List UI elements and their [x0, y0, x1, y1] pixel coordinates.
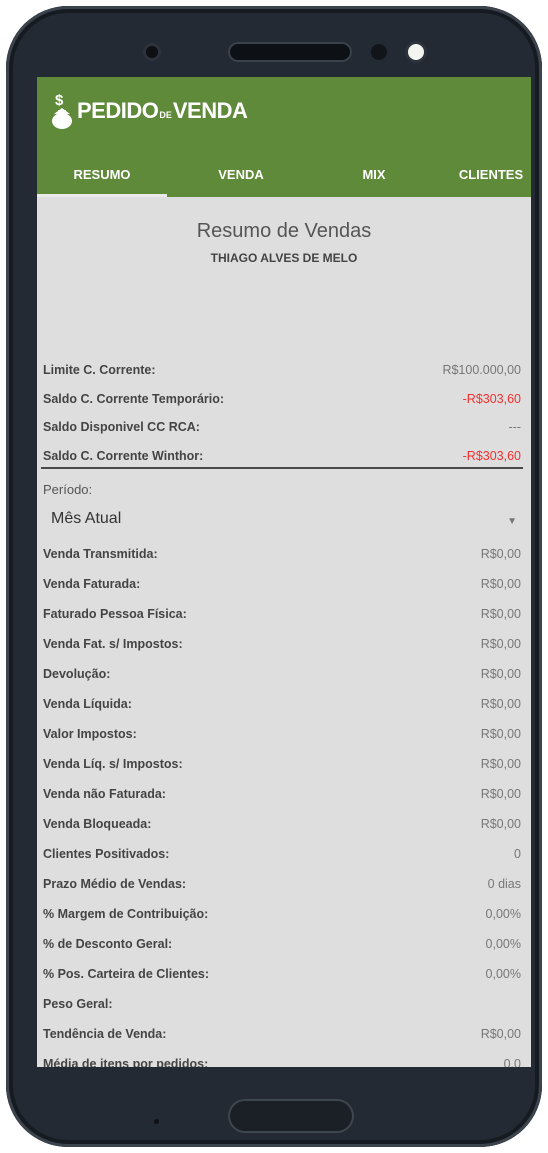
- account-label: Saldo C. Corrente Winthor:: [43, 448, 204, 463]
- account-label: Saldo Disponivel CC RCA:: [43, 420, 200, 434]
- account-row: Saldo C. Corrente Winthor: -R$303,60: [43, 449, 521, 469]
- tab-venda[interactable]: VENDA: [167, 155, 315, 197]
- account-row: Saldo Disponivel CC RCA: ---: [43, 420, 521, 440]
- metric-label: % Pos. Carteira de Clientes:: [43, 967, 210, 981]
- metric-row: % Margem de Contribuição: 0,00%: [43, 907, 521, 927]
- tab-resumo[interactable]: RESUMO: [37, 155, 167, 197]
- metric-value: R$0,00: [480, 637, 521, 651]
- account-label: Limite C. Corrente:: [43, 363, 156, 377]
- metric-label: Venda Bloqueada:: [43, 817, 152, 831]
- seller-name: THIAGO ALVES DE MELO: [210, 251, 358, 265]
- metric-row: Prazo Médio de Vendas: 0 dias: [43, 877, 521, 897]
- metric-label: % Margem de Contribuição:: [43, 907, 209, 921]
- period-select-value: Mês Atual: [51, 510, 122, 527]
- metric-row: Venda não Faturada: R$0,00: [43, 787, 521, 807]
- app-bar: $ PEDIDO DE VENDA RESUMO VENDA MIX CLIEN…: [37, 77, 531, 197]
- brand-word-venda: VENDA: [172, 98, 248, 123]
- metric-row: Média de itens por pedidos: 0.0: [43, 1057, 521, 1067]
- money-bag-icon: $: [52, 92, 72, 129]
- metric-row: Tendência de Venda: R$0,00: [43, 1027, 521, 1047]
- account-value: R$100.000,00: [442, 363, 521, 377]
- metric-row: Venda Líquida: R$0,00: [43, 697, 521, 717]
- tab-mix[interactable]: MIX: [315, 155, 433, 197]
- metric-row: % Pos. Carteira de Clientes: 0,00%: [43, 967, 521, 987]
- dropdown-caret-icon: ▼: [507, 516, 517, 527]
- metric-row: Peso Geral:: [43, 997, 521, 1017]
- metric-value: 0,00%: [485, 937, 521, 951]
- metric-value: R$0,00: [480, 667, 521, 681]
- period-select[interactable]: Mês Atual ▼: [47, 510, 521, 534]
- metric-label: % de Desconto Geral:: [43, 937, 173, 951]
- account-label: Saldo C. Corrente Temporário:: [43, 391, 225, 406]
- metric-label: Faturado Pessoa Física:: [43, 607, 187, 621]
- metric-row: Venda Transmitida: R$0,00: [43, 547, 521, 567]
- proximity-sensor: [371, 44, 387, 60]
- metric-label: Venda Líquida:: [43, 697, 132, 711]
- metric-row: Venda Fat. s/ Impostos: R$0,00: [43, 637, 521, 657]
- nav-back-dot[interactable]: [154, 1119, 159, 1124]
- metric-row: Faturado Pessoa Física: R$0,00: [43, 607, 521, 627]
- metric-label: Clientes Positivados:: [43, 847, 170, 861]
- account-row: Limite C. Corrente: R$100.000,00: [43, 363, 521, 383]
- metric-label: Devolução:: [43, 667, 111, 681]
- app-logo: $ PEDIDO DE VENDA: [49, 91, 248, 131]
- front-camera: [146, 46, 158, 58]
- account-value: -R$303,60: [462, 448, 521, 463]
- metric-row: Venda Bloqueada: R$0,00: [43, 817, 521, 837]
- metric-row: Venda Faturada: R$0,00: [43, 577, 521, 597]
- metric-value: R$0,00: [480, 787, 521, 801]
- metric-value: R$0,00: [480, 1027, 521, 1041]
- front-flash: [408, 44, 424, 60]
- brand-word-pedido: PEDIDO: [77, 98, 159, 123]
- metric-value: R$0,00: [480, 757, 521, 771]
- period-label: Período:: [43, 482, 93, 497]
- tab-bar: RESUMO VENDA MIX CLIENTES: [37, 155, 531, 197]
- metric-label: Venda Transmitida:: [43, 547, 158, 561]
- metric-value: 0,00%: [485, 967, 521, 981]
- metric-value: R$0,00: [480, 577, 521, 591]
- metric-value: R$0,00: [480, 547, 521, 561]
- metric-row: Clientes Positivados: 0: [43, 847, 521, 867]
- summary-title: Resumo de Vendas: [196, 220, 372, 242]
- metric-row: % de Desconto Geral: 0,00%: [43, 937, 521, 957]
- metric-value: 0: [514, 847, 521, 861]
- metric-label: Valor Impostos:: [43, 727, 137, 741]
- metric-row: Valor Impostos: R$0,00: [43, 727, 521, 747]
- metric-value: R$0,00: [480, 727, 521, 741]
- metric-label: Tendência de Venda:: [43, 1027, 167, 1041]
- earpiece-speaker: [228, 42, 352, 62]
- metric-label: Peso Geral:: [43, 997, 113, 1011]
- metric-label: Venda Fat. s/ Impostos:: [43, 637, 183, 651]
- metric-value: 0.0: [503, 1057, 521, 1067]
- metric-value: 0,00%: [485, 907, 521, 921]
- metric-value: R$0,00: [480, 697, 521, 711]
- phone-frame: $ PEDIDO DE VENDA RESUMO VENDA MIX CLIEN…: [6, 6, 542, 1147]
- tab-clientes[interactable]: CLIENTES: [433, 155, 531, 197]
- metric-value: 0 dias: [487, 877, 521, 891]
- metric-label: Média de itens por pedidos:: [43, 1057, 209, 1067]
- svg-text:$: $: [55, 92, 64, 109]
- account-value: -R$303,60: [462, 391, 521, 406]
- metric-row: Devolução: R$0,00: [43, 667, 521, 687]
- metric-label: Venda não Faturada:: [43, 787, 166, 801]
- home-gesture-pill[interactable]: [228, 1099, 354, 1133]
- brand-word-de: DE: [159, 110, 172, 120]
- account-row: Saldo C. Corrente Temporário: -R$303,60: [43, 392, 521, 412]
- account-value: ---: [508, 420, 522, 434]
- metric-row: Venda Líq. s/ Impostos: R$0,00: [43, 757, 521, 777]
- app-screen: $ PEDIDO DE VENDA RESUMO VENDA MIX CLIEN…: [37, 77, 531, 1067]
- metric-value: R$0,00: [480, 607, 521, 621]
- section-divider: [41, 467, 523, 469]
- metric-value: R$0,00: [480, 817, 521, 831]
- metric-label: Prazo Médio de Vendas:: [43, 877, 187, 891]
- metric-label: Venda Líq. s/ Impostos:: [43, 757, 183, 771]
- metric-label: Venda Faturada:: [43, 577, 141, 591]
